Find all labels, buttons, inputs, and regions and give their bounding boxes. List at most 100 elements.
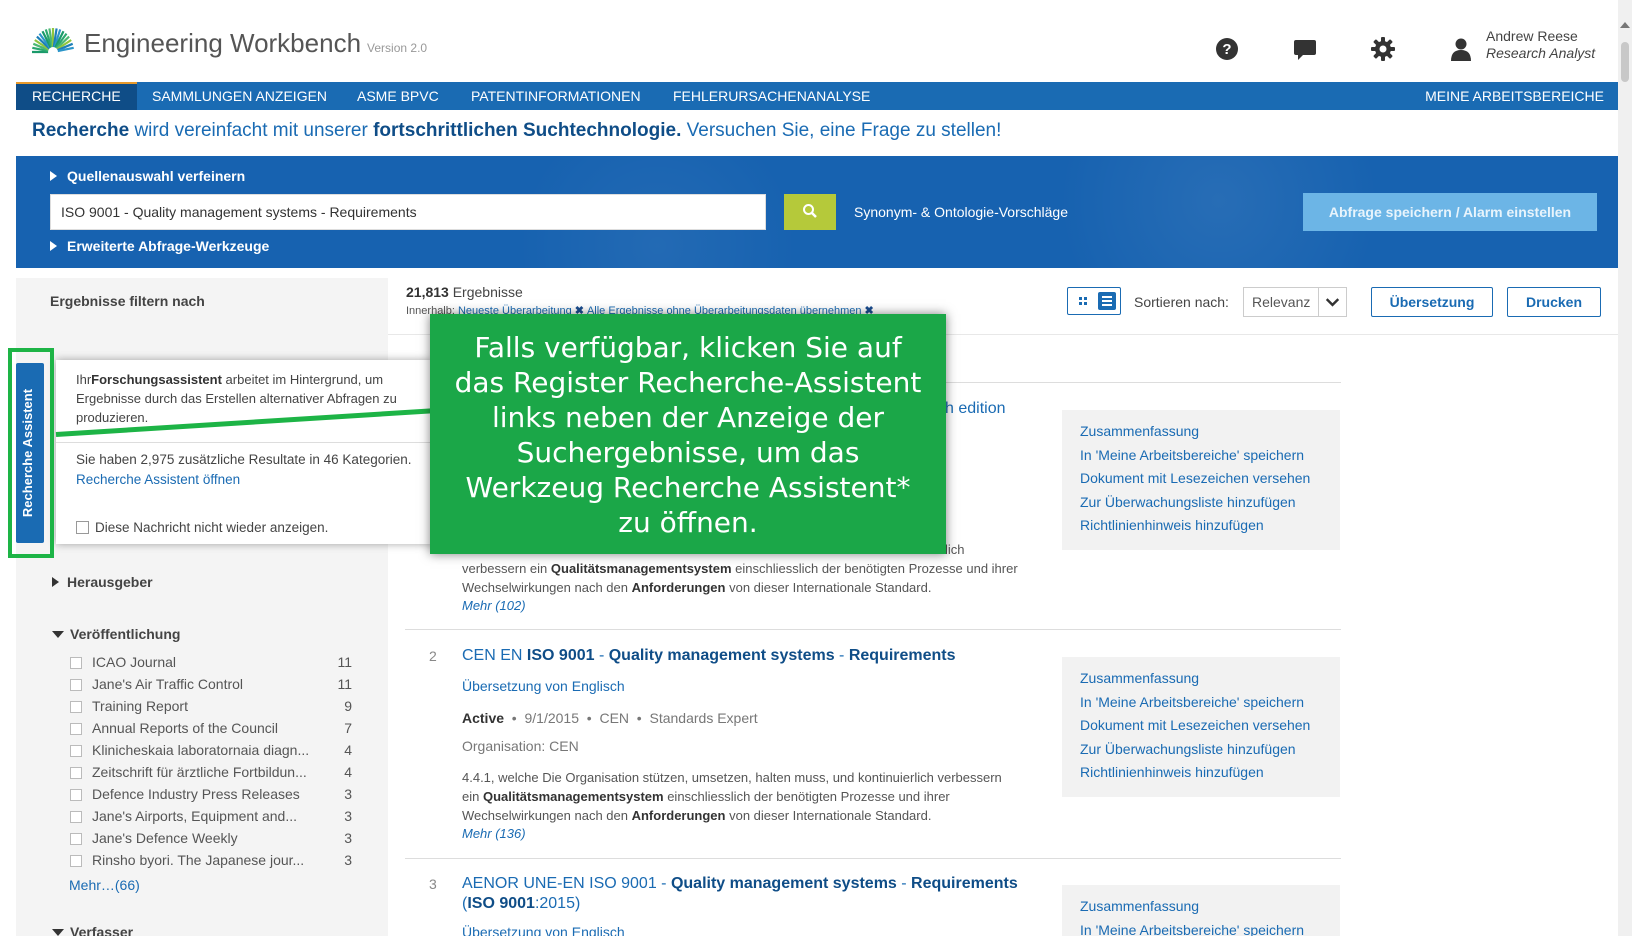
facet-item[interactable]: Klinicheskaia laboratornaia diagn... 4 [70,742,352,762]
facet-count: 3 [344,786,352,802]
action-policy-note[interactable]: Richtlinienhinweis hinzufügen [1080,514,1322,538]
translated-from-label[interactable]: Übersetzung von Englisch [462,924,625,936]
refine-sources-toggle[interactable]: Quellenauswahl verfeinern [50,168,245,184]
scroll-up-arrow-icon[interactable] [1620,22,1630,28]
search-button[interactable] [784,194,836,230]
facet-item[interactable]: Zeitschrift für ärztliche Fortbildun... 4 [70,764,352,784]
search-panel: Quellenauswahl verfeinern Synonym- & Ont… [16,156,1620,268]
result-actions-1: Zusammenfassung In 'Meine Arbeitsbereich… [1062,410,1340,550]
facet-label: Jane's Air Traffic Control [92,676,244,692]
page-scrollbar[interactable] [1618,0,1632,936]
nav-tab-sammlungen[interactable]: SAMMLUNGEN ANZEIGEN [136,82,343,110]
facet-count: 11 [337,654,352,670]
tutorial-callout: Falls verfügbar, klicken Sie auf das Reg… [430,314,946,554]
checkbox-icon[interactable] [70,679,82,691]
facet-item[interactable]: Defence Industry Press Releases 3 [70,786,352,806]
facet-publication[interactable]: Veröffentlichung [52,626,180,642]
facet-author[interactable]: Verfasser [52,924,133,936]
result-more-link[interactable]: Mehr (102) [462,598,526,613]
nav-tab-workspaces[interactable]: MEINE ARBEITSBEREICHE [1409,82,1620,110]
facet-item[interactable]: ICAO Journal 11 [70,654,352,674]
app-version: Version 2.0 [367,41,428,55]
facet-item[interactable]: Training Report 9 [70,698,352,718]
filter-title: Ergebnisse filtern nach [50,293,205,309]
action-save-workspace[interactable]: In 'Meine Arbeitsbereiche' speichern [1080,691,1322,715]
checkbox-icon[interactable] [70,767,82,779]
facet-count: 3 [344,830,352,846]
action-save-workspace[interactable]: In 'Meine Arbeitsbereiche' speichern [1080,444,1322,468]
assistant-side-tab[interactable]: Recherche Assistent [16,363,44,543]
action-summary[interactable]: Zusammenfassung [1080,895,1322,919]
result-title[interactable]: h edition [945,399,1065,419]
facet-label: Training Report [92,698,188,714]
action-bookmark[interactable]: Dokument mit Lesezeichen versehen [1080,467,1322,491]
action-summary[interactable]: Zusammenfassung [1080,420,1322,444]
app-window: Engineering Workbench Version 2.0 ? Andre… [0,0,1632,936]
action-policy-note[interactable]: Richtlinienhinweis hinzufügen [1080,761,1322,785]
assistant-results-text: Sie haben 2,975 zusätzliche Resultate in… [76,452,412,467]
save-query-button[interactable]: Abfrage speichern / Alarm einstellen [1303,193,1597,231]
action-watchlist[interactable]: Zur Überwachungsliste hinzufügen [1080,738,1322,762]
nav-tab-asme[interactable]: ASME BPVC [341,82,455,110]
facet-count: 7 [344,720,352,736]
checkbox-icon[interactable] [70,833,82,845]
open-assistant-link[interactable]: Recherche Assistent öffnen [76,472,240,487]
translated-from-label[interactable]: Übersetzung von Englisch [462,678,625,694]
facet-label: Defence Industry Press Releases [92,786,300,802]
result-title[interactable]: CEN EN ISO 9001 - Quality management sys… [462,646,1022,666]
result-title[interactable]: AENOR UNE-EN ISO 9001 - Quality manageme… [462,874,1022,914]
facet-item[interactable]: Rinsho byori. The Japanese jour... 3 [70,852,352,872]
print-button[interactable]: Drucken [1507,287,1601,317]
checkbox-icon[interactable] [70,745,82,757]
facet-item[interactable]: Jane's Airports, Equipment and... 3 [70,808,352,828]
checkbox-icon[interactable] [70,657,82,669]
sort-select[interactable]: Relevanz [1243,287,1347,317]
facet-item[interactable]: Annual Reports of the Council 7 [70,720,352,740]
nav-tab-recherche[interactable]: RECHERCHE [16,82,137,110]
checkbox-icon[interactable] [70,789,82,801]
search-input[interactable] [50,194,766,230]
facet-label: Klinicheskaia laboratornaia diagn... [92,742,310,758]
checkbox-icon[interactable] [70,701,82,713]
chevron-down-icon [1318,288,1340,316]
svg-text:?: ? [1222,41,1231,58]
user-avatar-icon[interactable] [1448,36,1474,62]
list-view-icon[interactable] [1096,291,1118,311]
checkbox-icon[interactable] [70,723,82,735]
facet-label: Zeitschrift für ärztliche Fortbildun... [92,764,307,780]
action-bookmark[interactable]: Dokument mit Lesezeichen versehen [1080,714,1322,738]
nav-tab-fehlerursachen[interactable]: FEHLERURSACHENANALYSE [657,82,886,110]
result-meta: Active • 9/1/2015 • CEN • Standards Expe… [462,710,758,726]
facet-item[interactable]: Jane's Air Traffic Control 11 [70,676,352,696]
result-more-link[interactable]: Mehr (136) [462,826,526,841]
user-name[interactable]: Andrew Reese [1486,28,1578,44]
settings-gear-icon[interactable] [1370,36,1396,62]
result-snippet: 4.4.1, welche Die Organisation stützen, … [462,770,1002,823]
facet-count: 9 [344,698,352,714]
help-icon[interactable]: ? [1214,36,1240,62]
facet-more-link[interactable]: Mehr…(66) [69,877,140,893]
facet-publisher[interactable]: Herausgeber [52,574,153,590]
dont-show-again-checkbox[interactable]: Diese Nachricht nicht wieder anzeigen. [76,520,328,535]
facet-label: Annual Reports of the Council [92,720,278,736]
action-watchlist[interactable]: Zur Überwachungsliste hinzufügen [1080,491,1322,515]
assistant-intro-text: IhrForschungsassistent arbeitet im Hinte… [76,372,397,425]
grid-view-icon[interactable] [1072,291,1094,311]
scroll-thumb[interactable] [1621,42,1629,82]
result-actions-2: Zusammenfassung In 'Meine Arbeitsbereich… [1062,657,1340,797]
checkbox-icon[interactable] [70,811,82,823]
facet-count: 3 [344,808,352,824]
header: Engineering Workbench Version 2.0 ? Andre… [16,8,1620,82]
synonyms-link[interactable]: Synonym- & Ontologie-Vorschläge [854,204,1068,220]
result-snippet-fragment: lich [945,542,965,557]
chat-icon[interactable] [1292,36,1318,62]
checkbox-icon[interactable] [70,855,82,867]
translate-button[interactable]: Übersetzung [1371,287,1493,317]
result-number: 3 [429,876,437,892]
action-summary[interactable]: Zusammenfassung [1080,667,1322,691]
advanced-tools-toggle[interactable]: Erweiterte Abfrage-Werkzeuge [50,238,269,254]
facet-item[interactable]: Jane's Defence Weekly 3 [70,830,352,850]
assistant-popup: IhrForschungsassistent arbeitet im Hinte… [56,360,432,544]
nav-tab-patente[interactable]: PATENTINFORMATIONEN [455,82,657,110]
action-save-workspace[interactable]: In 'Meine Arbeitsbereiche' speichern [1080,919,1322,936]
